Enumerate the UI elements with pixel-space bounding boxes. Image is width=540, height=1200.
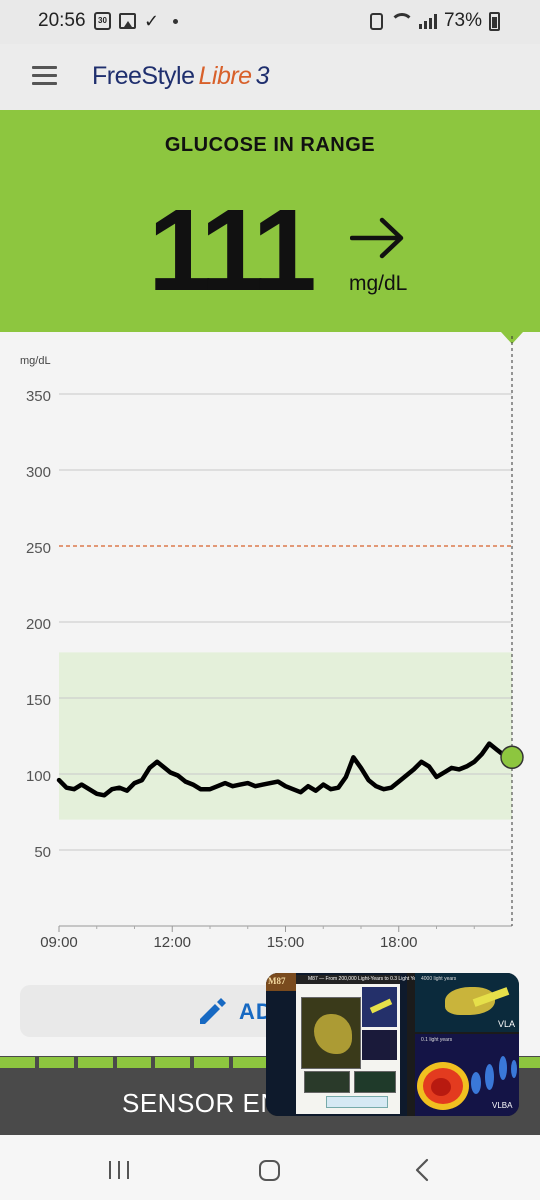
logo-freestyle: FreeStyle xyxy=(92,62,195,90)
pip-vlba-caption: VLBA xyxy=(492,1101,513,1110)
pip-document: M87 — From 200,000 Light-Years to 0.3 Li… xyxy=(296,975,421,1114)
y-tick-label: 150 xyxy=(26,692,51,709)
pip-video-overlay[interactable]: M87 M87 — From 200,000 Light-Years to 0.… xyxy=(266,973,519,1116)
battery-percent: 73% xyxy=(443,10,482,31)
sensor-day-segment xyxy=(116,1057,152,1068)
glucose-status-title: GLUCOSE IN RANGE xyxy=(164,134,376,156)
sensor-day-segment xyxy=(38,1057,74,1068)
y-axis-unit-label: mg/dL xyxy=(20,355,51,367)
pip-doc-title: M87 — From 200,000 Light-Years to 0.3 Li… xyxy=(308,976,421,982)
logo-libre: Libre xyxy=(198,62,252,90)
gallery-icon xyxy=(119,13,136,29)
sensor-day-segment xyxy=(155,1057,191,1068)
y-tick-label: 250 xyxy=(26,540,51,557)
pip-caption-box xyxy=(326,1096,388,1108)
pip-left-panel: M87 M87 — From 200,000 Light-Years to 0.… xyxy=(266,973,421,1116)
recent-apps-icon[interactable] xyxy=(109,1161,129,1179)
app-bar: FreeStyle Libre 3 xyxy=(0,44,540,110)
y-tick-label: 350 xyxy=(26,388,51,405)
y-tick-label: 100 xyxy=(26,768,51,785)
sensor-day-segment xyxy=(0,1057,35,1068)
calendar-icon: 30 xyxy=(94,12,111,30)
glucose-unit: mg/dL xyxy=(349,272,408,295)
check-icon: ✓ xyxy=(144,11,160,31)
logo-3: 3 xyxy=(255,62,270,90)
home-icon[interactable] xyxy=(259,1160,280,1181)
glucose-value: 111 xyxy=(148,185,317,315)
sensor-day-segment xyxy=(233,1057,269,1068)
pencil-icon xyxy=(200,998,226,1024)
y-tick-label: 200 xyxy=(26,616,51,633)
target-range-band xyxy=(59,652,512,820)
battery-icon xyxy=(489,11,500,31)
pip-doc-header: M87 — From 200,000 Light-Years to 0.3 Li… xyxy=(296,975,421,984)
sensor-day-segment xyxy=(194,1057,230,1068)
current-reading-point xyxy=(500,745,524,770)
pip-tag: M87 xyxy=(266,973,296,991)
sensor-day-segment xyxy=(77,1057,113,1068)
pip-thumb-image xyxy=(304,1071,350,1093)
pip-bottom-label: 0.1 light years xyxy=(421,1037,453,1043)
wifi-icon xyxy=(389,13,414,29)
system-nav-bar xyxy=(0,1135,540,1200)
x-tick-label: 12:00 xyxy=(153,934,191,951)
pip-jet-image xyxy=(362,987,397,1027)
signal-icon xyxy=(418,13,437,29)
status-icons-right: 73% xyxy=(369,10,500,32)
glucose-chart[interactable]: mg/dL 350 300 250 200 150 100 50 09:00 12:00 15:0… xyxy=(0,332,540,972)
status-time: 20:56 xyxy=(38,10,86,31)
hamburger-menu-icon[interactable] xyxy=(32,66,57,86)
pip-thumb-image xyxy=(354,1071,396,1093)
app-logo: FreeStyle Libre 3 xyxy=(92,62,270,91)
y-tick-label: 50 xyxy=(34,844,51,861)
x-tick-label: 18:00 xyxy=(380,934,418,951)
back-icon[interactable] xyxy=(415,1158,429,1182)
lock-icon xyxy=(369,12,383,30)
y-tick-label: 300 xyxy=(26,464,51,481)
pip-top-label: 4000 light years xyxy=(421,976,457,982)
x-tick-label: 09:00 xyxy=(40,934,78,951)
status-icons-left: 30 ✓ xyxy=(94,11,179,31)
pip-galaxy-image xyxy=(301,997,361,1069)
x-tick-label: 15:00 xyxy=(267,934,305,951)
glucose-banner: GLUCOSE IN RANGE 111 mg/dL xyxy=(0,110,540,332)
glucose-chart-svg: mg/dL 350 300 250 200 150 100 50 09:00 12:00 15:0… xyxy=(20,336,524,951)
pip-small-image xyxy=(362,1030,397,1060)
steady-arrow-icon xyxy=(350,217,404,259)
status-bar: 20:56 30 ✓ 73% xyxy=(0,0,540,44)
pip-vla-caption: VLA xyxy=(498,1019,516,1029)
dot-icon xyxy=(173,18,179,24)
